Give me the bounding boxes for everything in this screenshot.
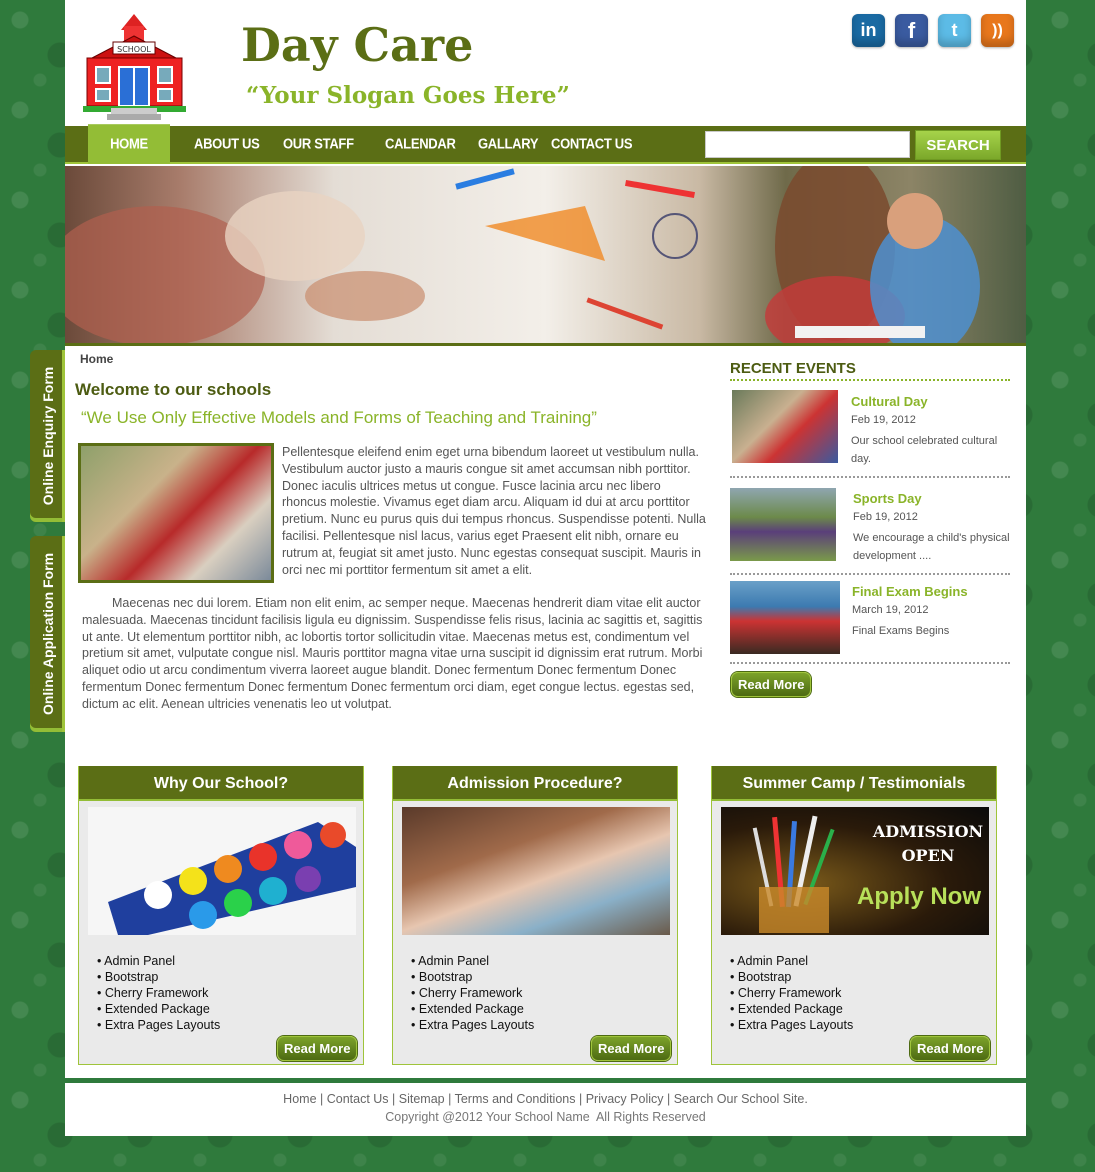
features-list: Admin Panel Bootstrap Cherry Framework E… [97,953,220,1033]
event-photo [732,390,838,463]
list-item: Extra Pages Layouts [97,1017,220,1033]
event-title[interactable]: Cultural Day [851,394,928,409]
nav-about-us[interactable]: About Us [194,124,260,164]
list-item: Extended Package [730,1001,853,1017]
event-title[interactable]: Sports Day [853,491,922,506]
nav-contact-us[interactable]: Contact Us [551,124,633,164]
event-description: Our school celebrated cultural day. [851,435,998,465]
main-nav: Home About Us Our Staff Calendar Gallary… [65,124,1026,164]
event-date: March 19, 2012 [852,604,929,616]
welcome-heading: Welcome to our schools [75,380,272,399]
paint-palette-image [88,807,356,935]
linkedin-icon[interactable]: in [852,14,885,47]
event-date: Feb 19, 2012 [853,511,918,523]
read-more-button[interactable]: Read More [910,1036,991,1061]
list-item: Admin Panel [411,953,534,969]
box-title: Why Our School? [79,766,363,801]
summer-camp-box: Summer Camp / Testimonials ADMISSION OPE… [711,766,997,1065]
search-input[interactable] [705,131,910,158]
event-title[interactable]: Final Exam Begins [852,584,968,599]
box-title: Summer Camp / Testimonials [712,766,996,801]
breadcrumb[interactable]: Home [80,352,113,366]
list-item: Cherry Framework [411,985,534,1001]
child-drawing-image [402,807,670,935]
welcome-subtitle: “We Use Only Effective Models and Forms … [81,408,597,427]
event-photo [730,581,840,654]
list-item: Extended Package [411,1001,534,1017]
footer-link-contact[interactable]: Contact Us [327,1092,389,1106]
read-more-button[interactable]: Read More [591,1036,672,1061]
list-item: Cherry Framework [97,985,220,1001]
banner-divider [65,343,1026,346]
apply-now-text[interactable]: Apply Now [857,883,981,911]
social-links: in f t )) [852,14,1014,47]
footer-link-terms[interactable]: Terms and Conditions [455,1092,576,1106]
footer-link-sitemap[interactable]: Sitemap [399,1092,445,1106]
list-item: Extended Package [97,1001,220,1017]
events-read-more-button[interactable]: Read More [731,672,812,697]
features-list: Admin Panel Bootstrap Cherry Framework E… [411,953,534,1033]
online-application-tab[interactable]: Online Application Form [30,536,65,732]
page: SCHOOL Day Care “Your Slogan Goes Here” … [65,0,1026,1078]
intro-paragraph: Pellentesque eleifend enim eget urna bib… [282,445,706,577]
logo-sign-text: SCHOOL [117,45,151,54]
event-description: Final Exams Begins [852,625,950,637]
site-title: Day Care [241,18,474,72]
list-item: Cherry Framework [730,985,853,1001]
open-text: OPEN [901,846,955,865]
school-logo[interactable]: SCHOOL [77,12,192,122]
rss-icon[interactable]: )) [981,14,1014,47]
nav-calendar[interactable]: Calendar [385,124,456,164]
box-title: Admission Procedure? [393,766,677,801]
why-our-school-box: Why Our School? Admin Panel Bootstrap Ch… [78,766,364,1065]
list-item: Bootstrap [411,969,534,985]
footer-link-home[interactable]: Home [283,1092,316,1106]
footer-link-search[interactable]: Search Our School Site. [674,1092,808,1106]
facebook-icon[interactable]: f [895,14,928,47]
list-item: Admin Panel [730,953,853,969]
hero-banner [65,166,1026,346]
search-button[interactable]: Search [915,130,1001,160]
event-item: Cultural Day Feb 19, 2012 Our school cel… [730,388,1010,478]
list-item: Bootstrap [730,969,853,985]
twitter-icon[interactable]: t [938,14,971,47]
footer-links: Home | Contact Us | Sitemap | Terms and … [283,1092,808,1106]
admission-text: ADMISSION [872,822,984,841]
list-item: Extra Pages Layouts [411,1017,534,1033]
body-paragraph: Maecenas nec dui lorem. Etiam non elit e… [82,596,703,711]
nav-home[interactable]: Home [88,124,170,164]
online-enquiry-label: Online Enquiry Form [39,366,56,506]
recent-events-title: RECENT EVENTS [730,360,1010,381]
footer: Home | Contact Us | Sitemap | Terms and … [65,1078,1026,1136]
admission-open-image[interactable]: ADMISSION OPEN Apply Now [721,807,989,935]
event-photo [730,488,836,561]
footer-copyright: Copyright @2012 Your School Name All Rig… [385,1110,706,1124]
event-item: Sports Day Feb 19, 2012 We encourage a c… [730,485,1010,575]
site-slogan: “Your Slogan Goes Here” [246,82,570,109]
event-description: We encourage a child's physical developm… [853,532,1010,562]
online-enquiry-tab[interactable]: Online Enquiry Form [30,350,65,522]
online-application-label: Online Application Form [39,552,56,716]
list-item: Bootstrap [97,969,220,985]
list-item: Admin Panel [97,953,220,969]
features-list: Admin Panel Bootstrap Cherry Framework E… [730,953,853,1033]
footer-link-privacy[interactable]: Privacy Policy [586,1092,664,1106]
nav-our-staff[interactable]: Our Staff [283,124,354,164]
intro-photo [78,443,274,583]
admission-procedure-box: Admission Procedure? Admin Panel Bootstr… [392,766,678,1065]
event-date: Feb 19, 2012 [851,414,916,426]
nav-gallary[interactable]: Gallary [478,124,539,164]
read-more-button[interactable]: Read More [277,1036,358,1061]
event-item: Final Exam Begins March 19, 2012 Final E… [730,578,1010,664]
list-item: Extra Pages Layouts [730,1017,853,1033]
